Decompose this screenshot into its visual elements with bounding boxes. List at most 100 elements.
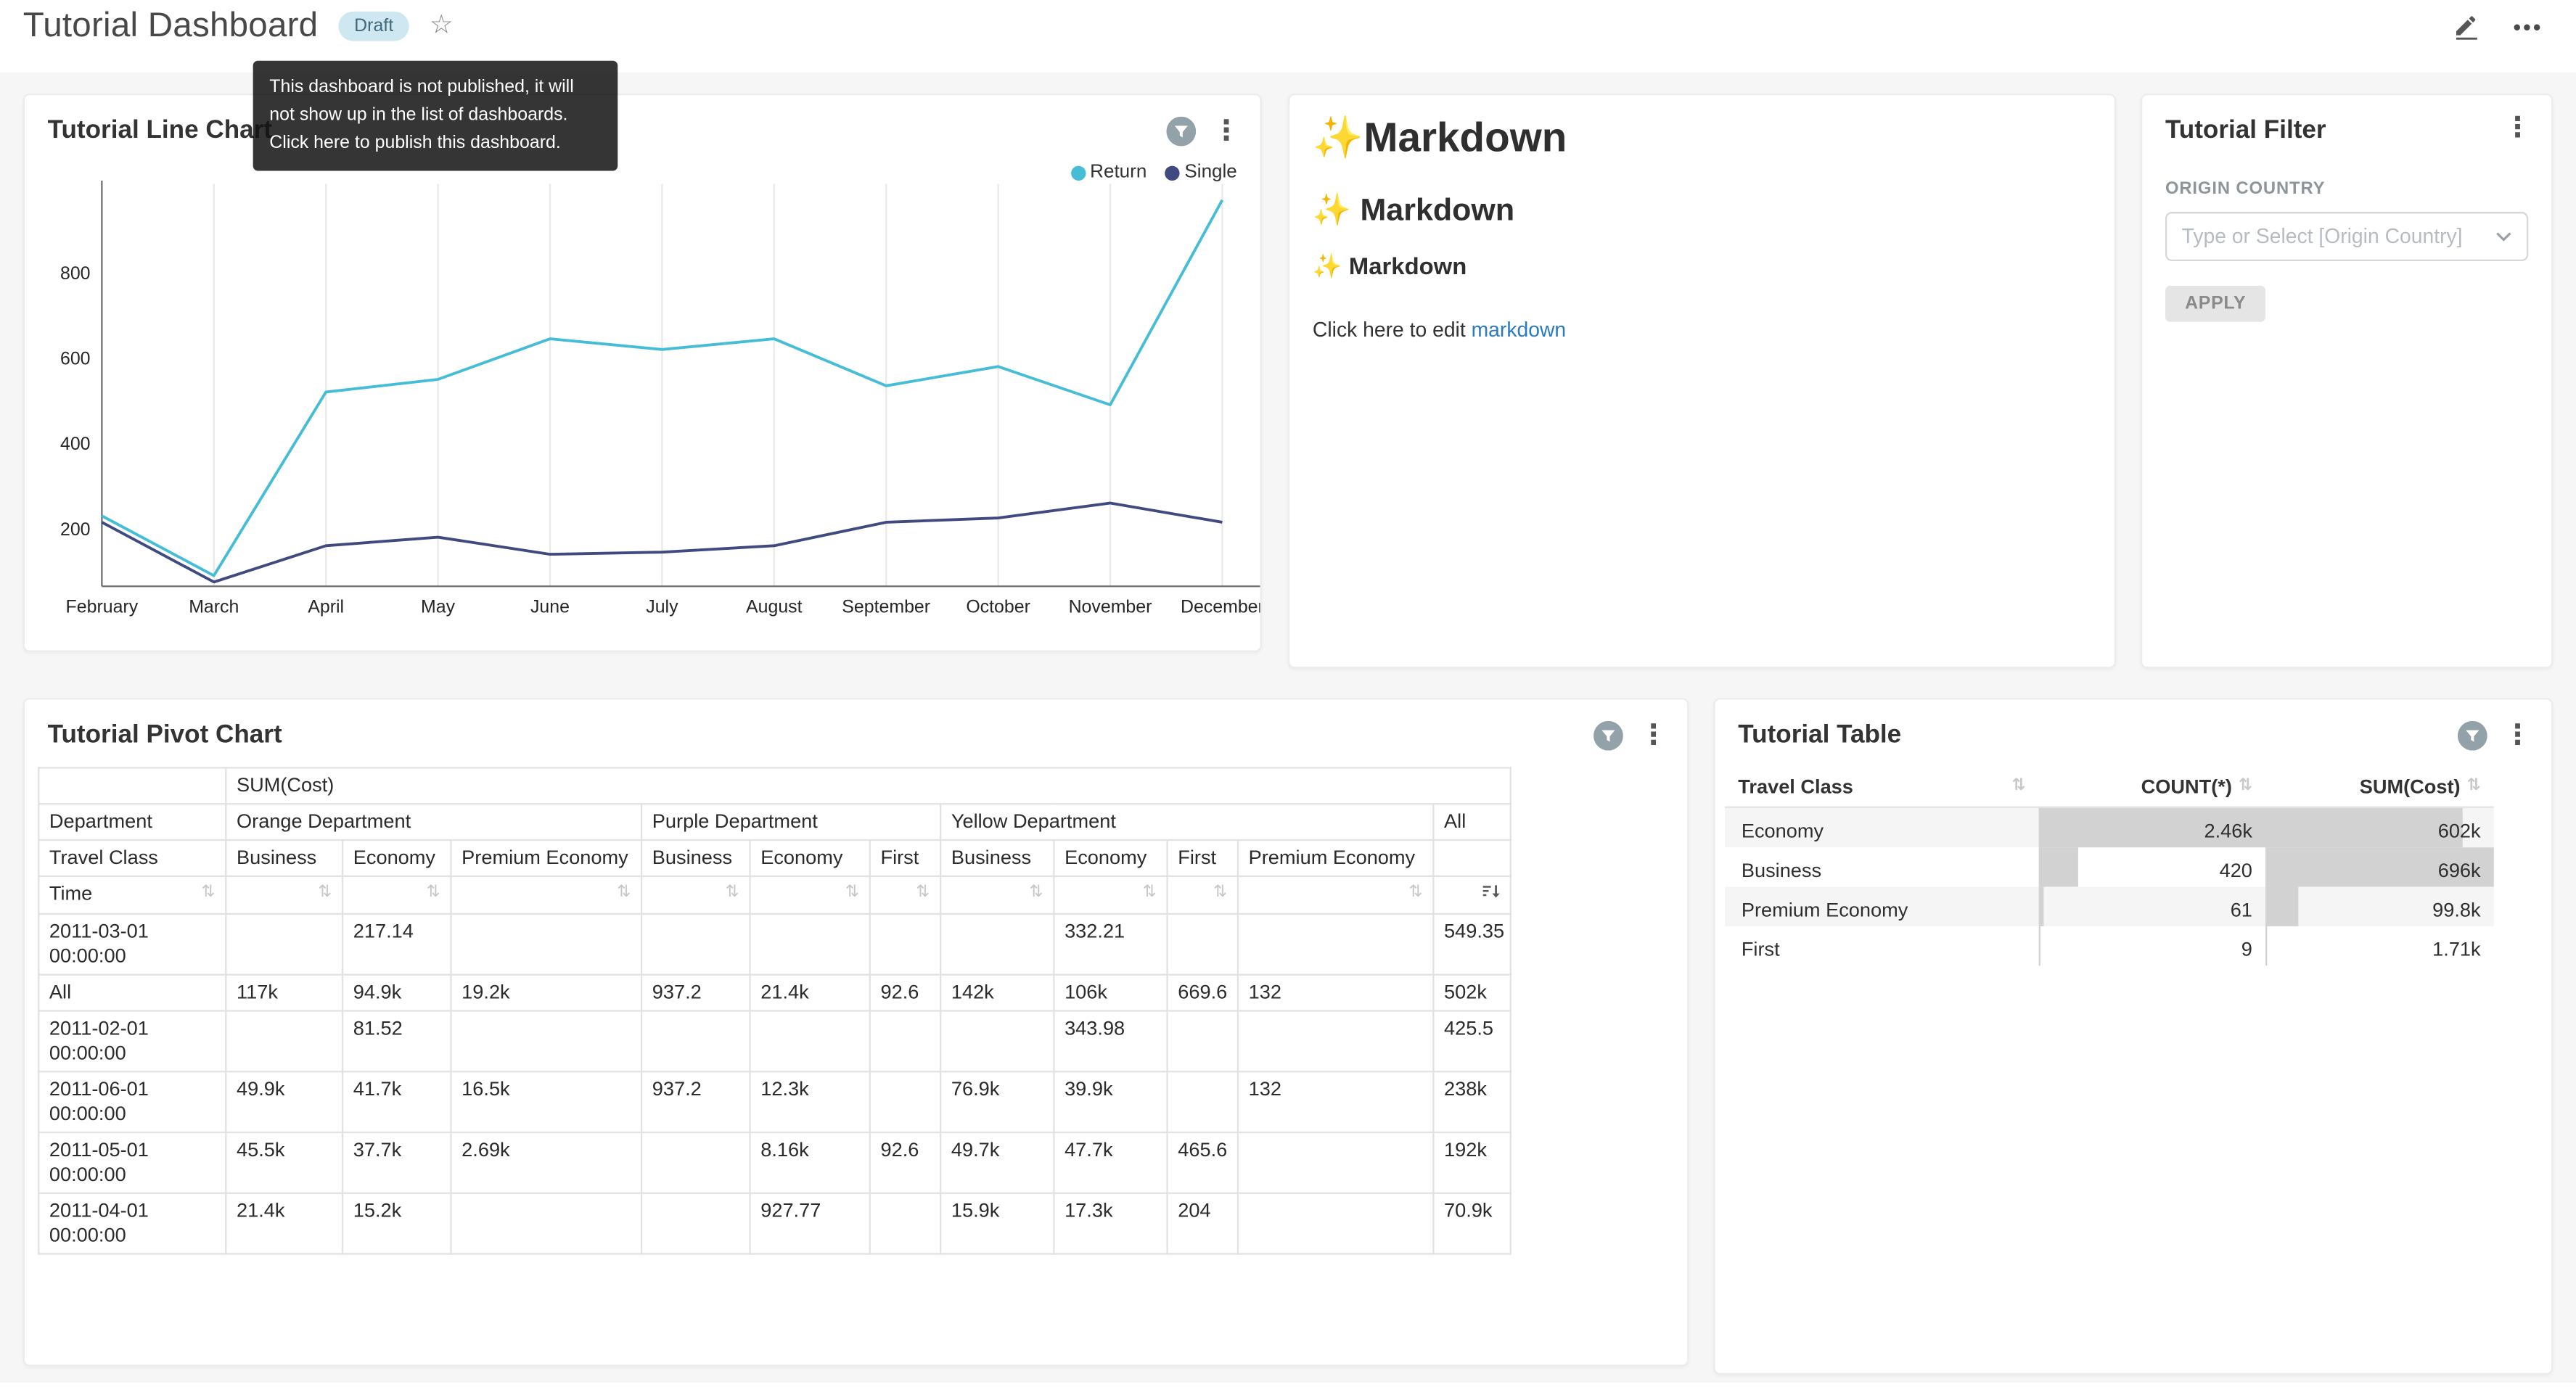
sort-icon[interactable]: ⇅ xyxy=(617,881,631,905)
pivot-group-header[interactable]: All xyxy=(1433,803,1511,839)
pivot-cell: 15.2k xyxy=(342,1193,451,1253)
pivot-class-col-header[interactable] xyxy=(1433,839,1511,876)
select-placeholder: Type or Select [Origin Country] xyxy=(2182,224,2463,247)
pivot-cell: 49.7k xyxy=(940,1132,1054,1193)
pivot-class-col-header[interactable]: Premium Economy xyxy=(1238,839,1433,876)
table-header-sum-cost-[interactable]: SUM(Cost)⇅ xyxy=(2265,766,2494,806)
kebab-menu-icon[interactable]: ⋮ xyxy=(1213,120,1240,143)
table-row[interactable]: Business420696k xyxy=(1725,847,2494,886)
pivot-class-col-header[interactable]: Premium Economy xyxy=(451,839,641,876)
pivot-cell: 502k xyxy=(1433,974,1511,1010)
pivot-row: 2011-03-01 00:00:00217.14332.21549.35 xyxy=(38,913,1511,974)
pivot-cell xyxy=(1238,913,1433,974)
pivot-cell: 41.7k xyxy=(342,1071,451,1132)
publish-tooltip[interactable]: This dashboard is not published, it will… xyxy=(253,61,618,171)
pivot-row-label: 2011-05-01 00:00:00 xyxy=(38,1132,226,1193)
filter-indicator-icon[interactable] xyxy=(2458,721,2487,751)
sort-icon[interactable]: ⇅ xyxy=(2467,777,2481,795)
pivot-row-label: 2011-04-01 00:00:00 xyxy=(38,1193,226,1253)
favorite-star-icon[interactable]: ☆ xyxy=(430,13,453,39)
pivot-cell xyxy=(1238,1010,1433,1071)
pivot-cell xyxy=(1238,1193,1433,1253)
cell-value: 696k xyxy=(2265,851,2494,882)
pivot-group-header[interactable]: Orange Department xyxy=(226,803,641,839)
sort-icon[interactable]: ⇅ xyxy=(318,881,332,905)
origin-country-select[interactable]: Type or Select [Origin Country] xyxy=(2165,211,2528,260)
table-header-count-[interactable]: COUNT(*) ⇅ xyxy=(2039,766,2265,806)
table-row[interactable]: Economy2.46k602k xyxy=(1725,807,2494,847)
count-cell: 61 xyxy=(2039,886,2265,926)
pivot-sort-cell: ⇅ xyxy=(870,876,940,913)
pivot-class-col-header[interactable]: Economy xyxy=(750,839,870,876)
pivot-cell xyxy=(451,1193,641,1253)
pivot-time-header: Time⇅ xyxy=(38,876,226,913)
pivot-cell: 15.9k xyxy=(940,1193,1054,1253)
pivot-cell: 21.4k xyxy=(750,974,870,1010)
pivot-class-col-header[interactable]: Business xyxy=(226,839,342,876)
sort-icon[interactable]: ⇅ xyxy=(1213,881,1227,905)
sort-icon[interactable]: ⇅ xyxy=(1409,881,1423,905)
kebab-menu-icon[interactable]: ⋮ xyxy=(2503,724,2531,747)
apply-button[interactable]: APPLY xyxy=(2165,285,2265,321)
line-chart[interactable]: 200400600800FebruaryMarchAprilMayJuneJul… xyxy=(25,161,1260,641)
svg-text:800: 800 xyxy=(60,263,91,284)
sort-icon[interactable]: ⇅ xyxy=(726,881,739,905)
pivot-cell xyxy=(940,1010,1054,1071)
pivot-sort-cell: ⇅ xyxy=(451,876,641,913)
sort-icon[interactable]: ⇅ xyxy=(202,881,216,905)
cell-value: 2.46k xyxy=(2039,812,2265,843)
sort-icon[interactable]: ⇅ xyxy=(916,881,930,905)
pivot-class-col-header[interactable]: Business xyxy=(940,839,1054,876)
pivot-cell: 669.6 xyxy=(1168,974,1238,1010)
markdown-edit-link[interactable]: markdown xyxy=(1472,318,1567,342)
filter-card: Tutorial Filter ⋮ ORIGIN COUNTRY Type or… xyxy=(2141,94,2553,668)
pivot-cell: 39.9k xyxy=(1054,1071,1167,1132)
travel-class-cell: Economy xyxy=(1725,807,2038,847)
pivot-class-col-header[interactable]: First xyxy=(1168,839,1238,876)
filter-indicator-icon[interactable] xyxy=(1593,721,1623,751)
cell-value: 1.71k xyxy=(2265,930,2494,961)
pivot-cell: 8.16k xyxy=(750,1132,870,1193)
pivot-group-header[interactable]: Yellow Department xyxy=(940,803,1433,839)
pivot-class-col-header[interactable]: Business xyxy=(641,839,750,876)
sort-icon[interactable]: ⇅ xyxy=(2239,777,2252,795)
pivot-cell: 49.9k xyxy=(226,1071,342,1132)
sort-icon[interactable]: ⇅ xyxy=(1030,881,1043,905)
pivot-cell xyxy=(226,913,342,974)
pivot-cell: 332.21 xyxy=(1054,913,1167,974)
cell-value: 61 xyxy=(2039,890,2265,921)
pivot-cell: 425.5 xyxy=(1433,1010,1511,1071)
pivot-cell xyxy=(870,913,940,974)
ellipsis-menu-icon[interactable]: ••• xyxy=(2514,14,2543,38)
sort-desc-active-icon[interactable] xyxy=(1482,881,1500,907)
filter-indicator-icon[interactable] xyxy=(1166,117,1196,147)
table-header-label: COUNT(*) xyxy=(2141,775,2232,798)
pivot-class-col-header[interactable]: Economy xyxy=(1054,839,1167,876)
count-cell: 9 xyxy=(2039,926,2265,965)
table-row[interactable]: First91.71k xyxy=(1725,926,2494,965)
kebab-menu-icon[interactable]: ⋮ xyxy=(2503,117,2531,140)
pivot-class-col-header[interactable]: First xyxy=(870,839,940,876)
markdown-paragraph: Click here to edit markdown xyxy=(1313,318,2091,342)
kebab-menu-icon[interactable]: ⋮ xyxy=(1639,724,1667,747)
sort-icon[interactable]: ⇅ xyxy=(2012,777,2026,795)
pivot-sort-cell: ⇅ xyxy=(1054,876,1167,913)
pivot-sort-cell: ⇅ xyxy=(1238,876,1433,913)
sort-icon[interactable]: ⇅ xyxy=(1143,881,1157,905)
table-row[interactable]: Premium Economy6199.8k xyxy=(1725,886,2494,926)
dashboard-page: Tutorial Dashboard Draft ☆ ••• This dash… xyxy=(0,0,2576,1399)
pivot-class-col-header[interactable]: Economy xyxy=(342,839,451,876)
pivot-cell: 19.2k xyxy=(451,974,641,1010)
pivot-row: 2011-05-01 00:00:0045.5k37.7k2.69k8.16k9… xyxy=(38,1132,1511,1193)
sort-icon[interactable]: ⇅ xyxy=(427,881,440,905)
table-header-label: Travel Class xyxy=(1738,775,1853,798)
table-header-travel-class[interactable]: Travel Class ⇅ xyxy=(1725,766,2038,806)
origin-country-label: ORIGIN COUNTRY xyxy=(2165,178,2528,198)
sort-icon[interactable]: ⇅ xyxy=(845,881,859,905)
filter-card-title: Tutorial Filter xyxy=(2165,117,2326,147)
pivot-cell: 45.5k xyxy=(226,1132,342,1193)
pivot-group-header[interactable]: Purple Department xyxy=(641,803,940,839)
pivot-cell: 549.35 xyxy=(1433,913,1511,974)
draft-badge[interactable]: Draft xyxy=(338,12,410,41)
edit-pencil-icon[interactable] xyxy=(2453,12,2480,40)
